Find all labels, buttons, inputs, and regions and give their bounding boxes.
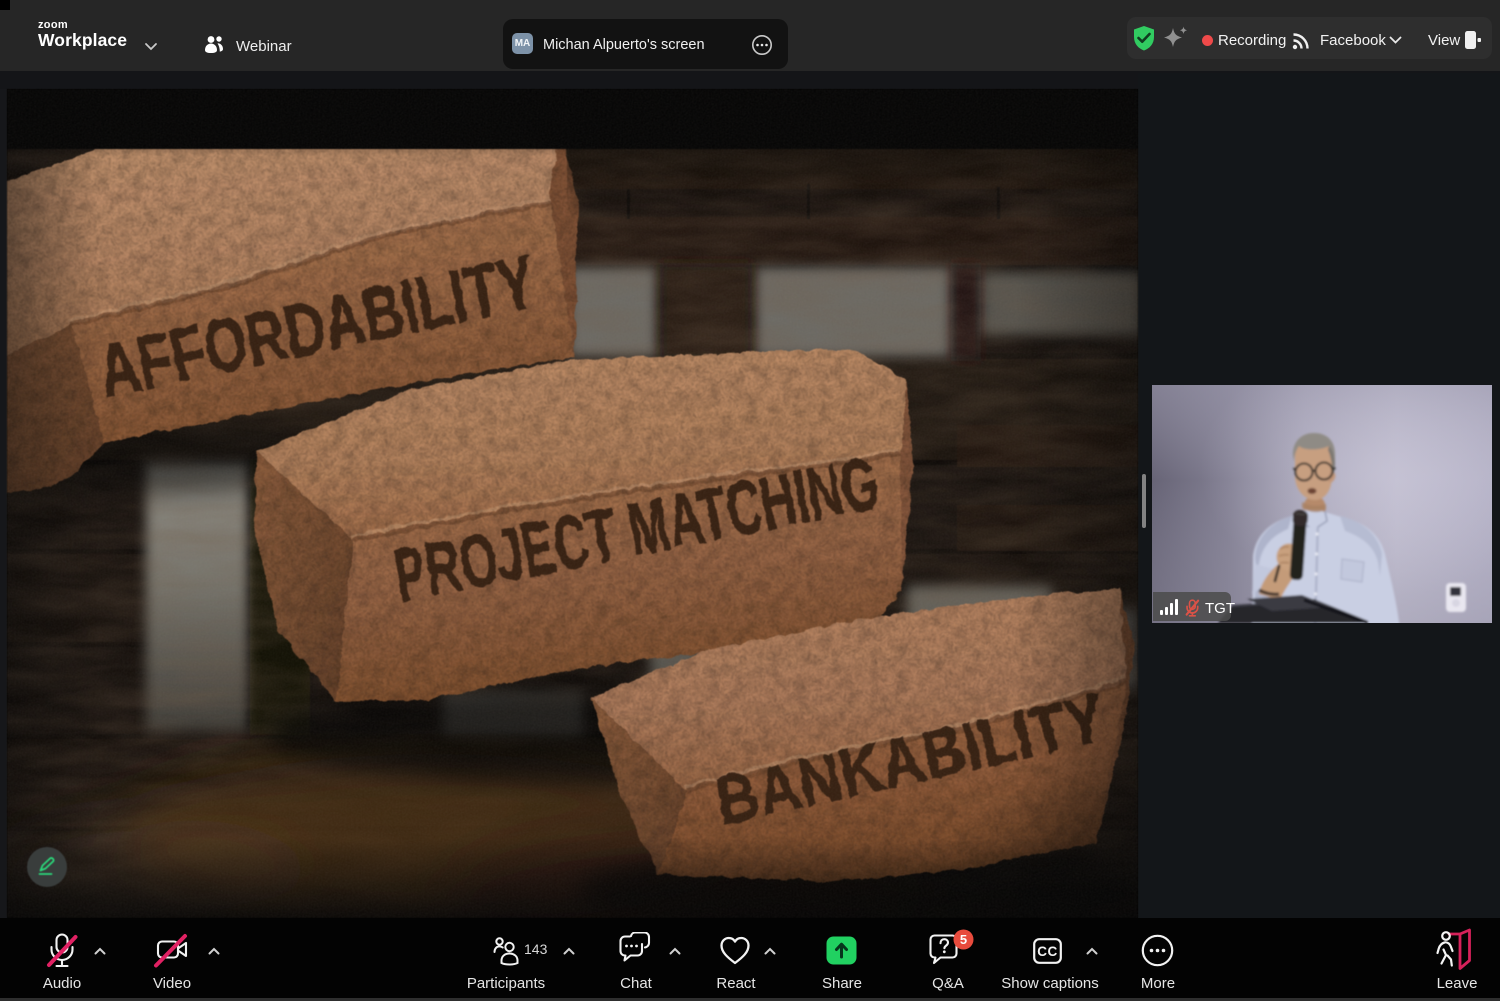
svg-text:TGT: TGT	[1205, 600, 1235, 617]
svg-text:5: 5	[960, 932, 967, 947]
svg-text:CC: CC	[1037, 944, 1058, 959]
